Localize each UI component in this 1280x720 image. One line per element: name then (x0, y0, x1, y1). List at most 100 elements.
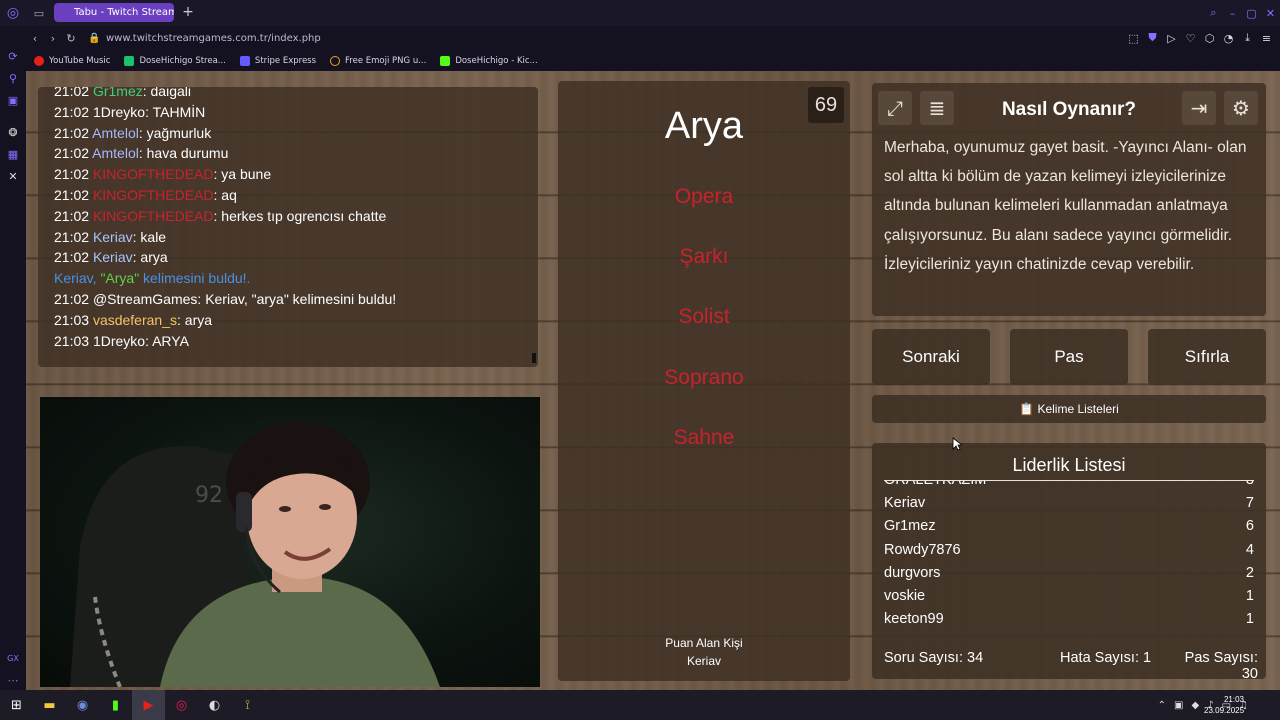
shield-icon[interactable]: ⛊ (1143, 31, 1162, 45)
gx-corner-icon[interactable]: ⟳ (6, 50, 20, 64)
chat-username: 1Dreyko (92, 332, 146, 349)
bookmarks-bar: YouTube Music DoseHichigo Strea... Strip… (26, 50, 1280, 71)
target-word: Arya (664, 105, 744, 147)
chat-username: 1Dreyko (92, 103, 146, 120)
heart-icon[interactable]: ♡ (1181, 32, 1200, 45)
forward-icon[interactable]: › (44, 26, 62, 50)
streamer-webcam-image: 92 (70, 422, 440, 687)
bookmark-stripe-express[interactable]: Stripe Express (239, 55, 316, 66)
url-field[interactable]: www.twitchstreamgames.com.tr/index.php (106, 33, 321, 44)
chat-username: Keriav (92, 249, 133, 266)
bookmark-dosehichigo-kick[interactable]: DoseHichigo - Kic... (440, 55, 538, 66)
twitch-icon[interactable]: ▦ (6, 148, 20, 162)
account-icon[interactable]: ◔ (1219, 32, 1238, 45)
windows-start-icon[interactable]: ⊞ (0, 690, 33, 720)
bookmark-dosehichigo-stream[interactable]: DoseHichigo Strea... (124, 55, 226, 66)
chat-username: Gr1mez (92, 87, 143, 99)
download-icon[interactable]: ⤓ (1238, 31, 1257, 45)
word-lists-button[interactable]: 📋 Kelime Listeleri (872, 395, 1266, 423)
obs-icon[interactable]: ◐ (198, 690, 231, 720)
maximize-icon[interactable]: ▢ (1242, 0, 1261, 26)
leaderboard-panel: Liderlik Listesi ORALETKAZIM8 Keriav7 Gr… (872, 443, 1266, 679)
more-icon[interactable]: ⋯ (6, 674, 20, 688)
chat-username: Amtelol (92, 145, 139, 162)
play-icon[interactable]: ▷ (1162, 32, 1181, 45)
snapshot-icon[interactable]: ⬚ (1124, 32, 1143, 45)
chat-username: KINGOFTHEDEAD (92, 186, 214, 203)
tray-chevron-icon[interactable]: ⌃ (1158, 700, 1166, 711)
leaderboard-list[interactable]: ORALETKAZIM8 Keriav7 Gr1mez6 Rowdy78764 … (884, 481, 1254, 641)
pass-count: Pas Sayısı: 30 (1184, 650, 1258, 679)
kick-icon (440, 55, 451, 66)
tray-app-icon[interactable]: ▣ (1174, 700, 1183, 711)
chat-line: 21:02 Amtelol: yağmurluk (54, 124, 212, 141)
next-button[interactable]: Sonraki (872, 329, 990, 385)
tray-app-icon[interactable]: ◆ (1191, 700, 1199, 711)
word-card-panel: 69 Arya Opera Şarkı Solist Soprano Sahne… (558, 81, 850, 681)
x-icon[interactable]: ✕ (6, 170, 20, 184)
leaderboard-row: Keriav 7 (884, 495, 1254, 512)
workspace-icon[interactable]: ▭ (26, 0, 52, 26)
settings-gear-icon[interactable]: ⚙ (1224, 91, 1258, 125)
logout-icon[interactable]: ⇥ (1182, 91, 1216, 125)
reload-icon[interactable]: ↻ (62, 26, 80, 50)
scorer-label: Puan Alan Kişi (665, 636, 743, 650)
leaderboard-row: durgvors 2 (884, 564, 1254, 581)
windows-taskbar: ⊞ ▬ ◉ ▮ ▶ ◎ ◐ ⟟ ⌃ ▣ ◆ ♪ ▭ ♫ 21:03 23.09.… (0, 690, 1280, 720)
browser-tab-active[interactable]: Tabu - Twitch Stream Games (54, 3, 174, 22)
opera-gx-taskbar-icon[interactable]: ◎ (165, 690, 198, 720)
media-player-icon[interactable]: ▶ (132, 690, 165, 720)
chat-line: 21:02 KINGOFTHEDEAD: aq (54, 186, 237, 203)
reset-button[interactable]: Sıfırla (1148, 329, 1266, 385)
new-tab-button[interactable]: + (180, 4, 196, 20)
browser-tabstrip: ◎ ▭ Tabu - Twitch Stream Games + ⌕ – ▢ ✕ (0, 0, 1280, 26)
question-count: Soru Sayısı: 34 (884, 650, 984, 666)
taboo-word: Sahne (673, 426, 735, 449)
lock-icon[interactable]: 🔒 (88, 33, 104, 44)
chat-line: 21:02 Amtelol: hava durumu (54, 145, 229, 162)
leaderboard-title: Liderlik Listesi (1012, 455, 1126, 475)
league-icon[interactable]: ⟟ (231, 690, 264, 720)
gx-icon[interactable]: GX (6, 652, 20, 666)
scorer-name: Keriav (686, 654, 721, 668)
emoji-icon (330, 55, 341, 66)
kick-icon (124, 55, 135, 66)
leaderboard-row: Gr1mez 6 (884, 518, 1254, 535)
file-explorer-icon[interactable]: ▬ (33, 690, 66, 720)
discord-icon[interactable]: ◉ (66, 690, 99, 720)
chat-line: 21:03 vasdeferan_s: arya (54, 311, 213, 328)
clipboard-icon: 📋 (1019, 402, 1035, 416)
chat-username: Amtelol (92, 124, 139, 141)
pass-button[interactable]: Pas (1010, 329, 1128, 385)
leaderboard-row: ORALETKAZIM8 (884, 481, 1254, 492)
app-icon[interactable]: ▮ (99, 690, 132, 720)
gx-control-icon[interactable]: ⚲ (6, 72, 20, 86)
bookmark-free-emoji[interactable]: Free Emoji PNG u... (330, 55, 426, 66)
window-controls: ⌕ – ▢ ✕ (1204, 0, 1280, 26)
search-tabs-icon[interactable]: ⌕ (1204, 0, 1223, 26)
taboo-word: Şarkı (679, 245, 729, 268)
chat-line: 21:02 Keriav: arya (54, 249, 168, 266)
taskbar-clock[interactable]: 21:03 23.09.2025 (1204, 694, 1244, 716)
chat-username: KINGOFTHEDEAD (92, 207, 214, 224)
chatgpt-icon[interactable]: ❂ (6, 126, 20, 140)
extension-icons: ⬚ ⛊ ▷ ♡ ⬡ ◔ ⤓ ≡ (1124, 26, 1276, 50)
chat-panel: 21:02 Gr1mez: daigali 21:02 1Dreyko: TAH… (38, 87, 538, 367)
stripe-icon (239, 55, 250, 66)
minimize-icon[interactable]: – (1223, 0, 1242, 26)
chat-username: KINGOFTHEDEAD (92, 166, 214, 183)
menu-icon[interactable]: ≡ (1257, 32, 1276, 45)
game-page: 21:02 Gr1mez: daigali 21:02 1Dreyko: TAH… (26, 71, 1280, 690)
browser-sidebar: ⟳ ⚲ ▣ ❂ ▦ ✕ GX ⋯ (0, 26, 26, 690)
opera-gx-logo-icon[interactable]: ◎ (0, 0, 26, 26)
tab-title: Tabu - Twitch Stream Games (74, 7, 174, 18)
leaderboard-row: voskie 1 (884, 587, 1254, 604)
address-bar-row: ‹ › ↻ 🔒 www.twitchstreamgames.com.tr/ind… (26, 26, 1280, 50)
close-icon[interactable]: ✕ (1261, 0, 1280, 26)
chat-scrollbar[interactable] (532, 353, 536, 363)
back-icon[interactable]: ‹ (26, 26, 44, 50)
bookmark-youtube-music[interactable]: YouTube Music (34, 55, 110, 66)
chat-line: 21:02 KINGOFTHEDEAD: herkes tıp ogrencıs… (54, 207, 387, 224)
messenger-icon[interactable]: ▣ (6, 94, 20, 108)
extensions-icon[interactable]: ⬡ (1200, 32, 1219, 45)
